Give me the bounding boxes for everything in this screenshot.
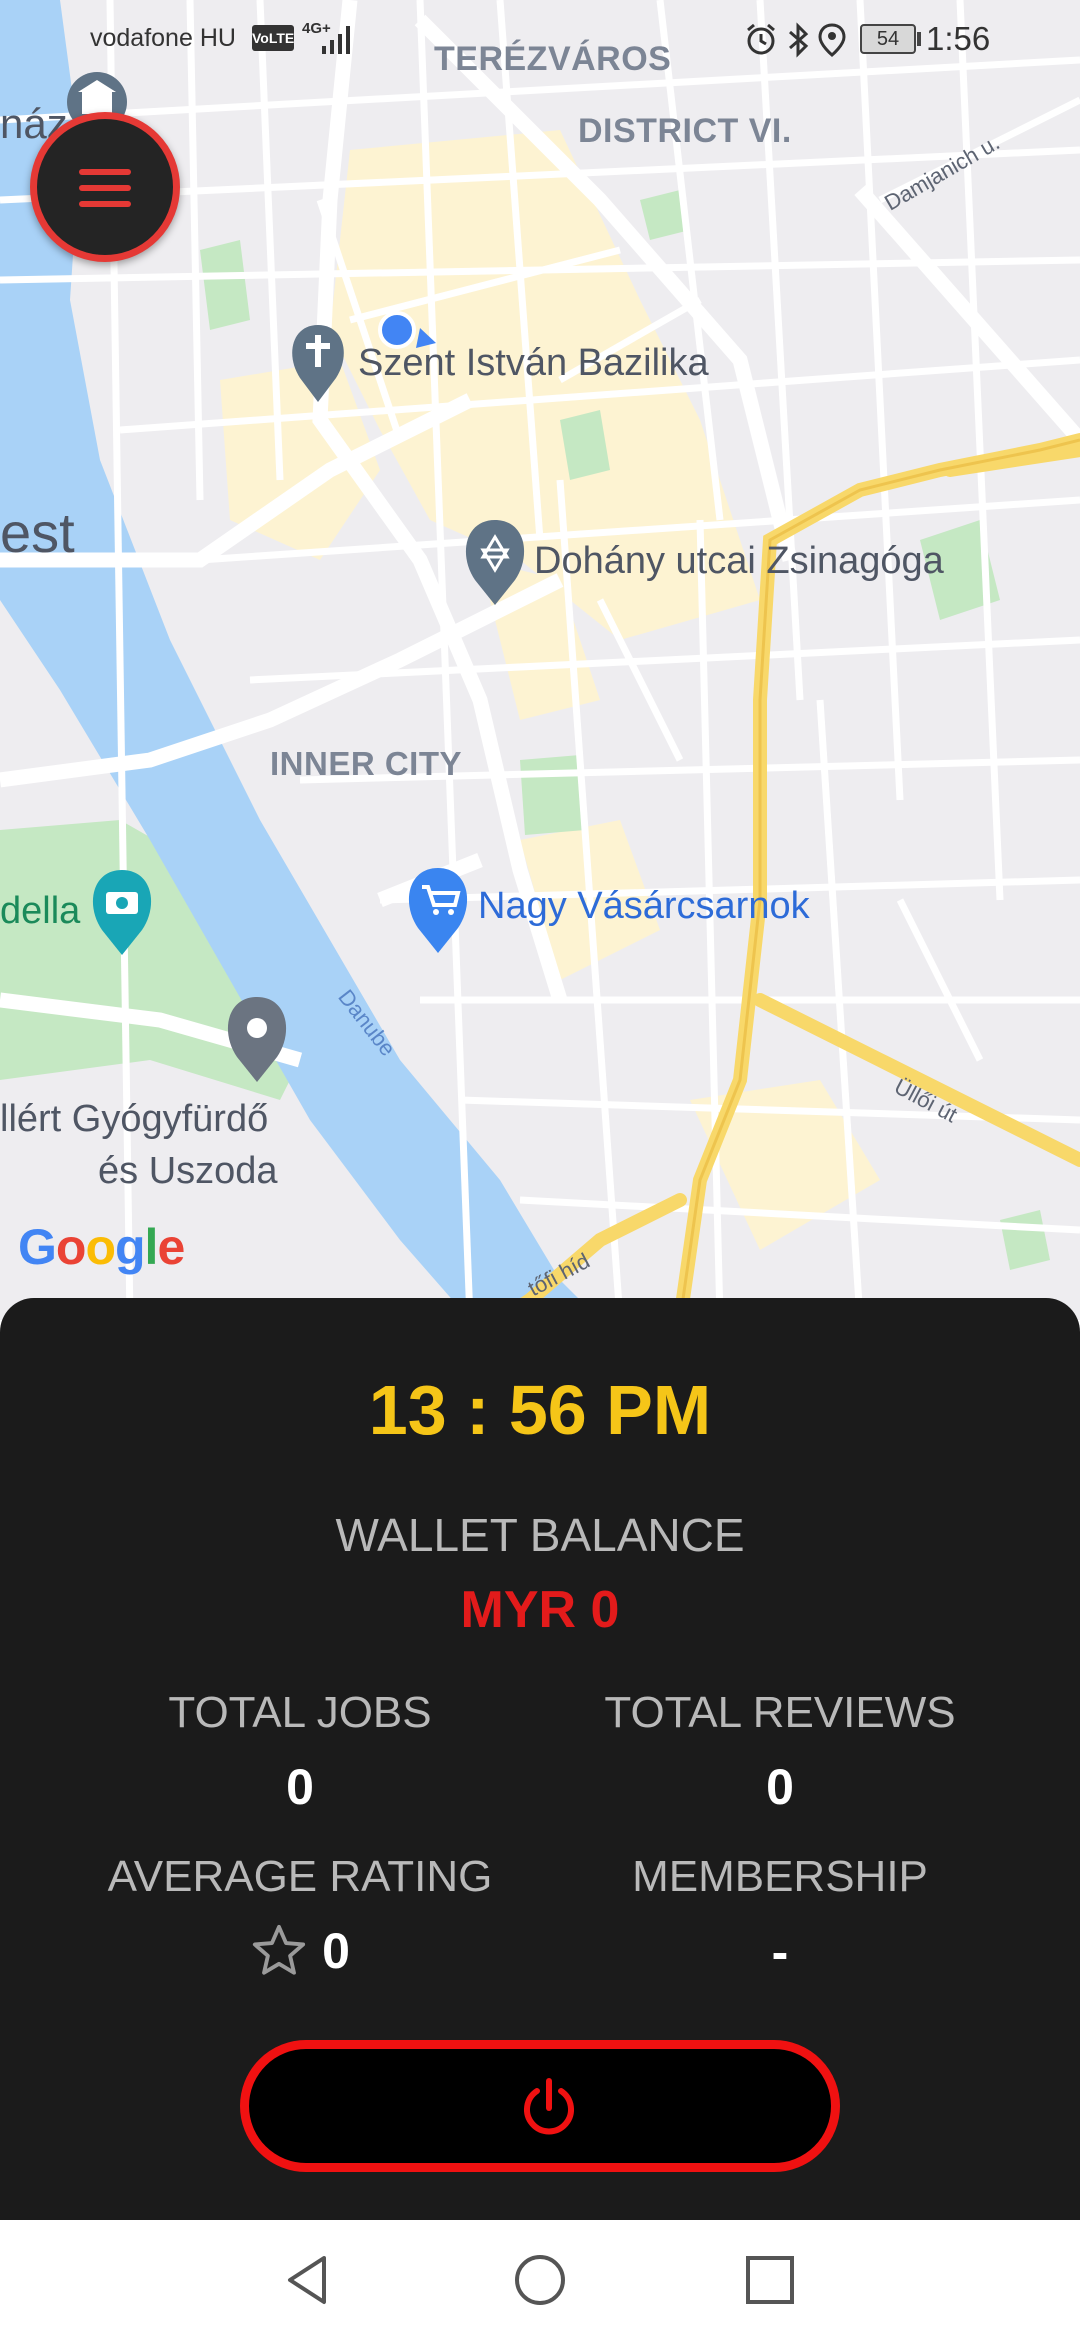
power-icon bbox=[524, 2078, 574, 2135]
back-icon bbox=[288, 2256, 326, 2304]
label-della-partial[interactable]: della bbox=[0, 890, 80, 933]
label-vasarcsarnok[interactable]: Nagy Vásárcsarnok bbox=[478, 885, 810, 928]
volte-badge: VoLTE bbox=[252, 25, 294, 51]
battery-indicator: 54 bbox=[860, 24, 916, 54]
membership-label: MEMBERSHIP bbox=[632, 1852, 928, 1901]
membership-value: - bbox=[771, 1924, 789, 1980]
home-icon bbox=[515, 2255, 565, 2305]
bluetooth-icon bbox=[789, 22, 809, 58]
total-jobs-value: 0 bbox=[286, 1759, 314, 1815]
recents-icon bbox=[746, 2256, 794, 2304]
google-logo: Google bbox=[18, 1219, 185, 1275]
average-rating-value: 0 bbox=[322, 1922, 350, 1979]
label-bazilika[interactable]: Szent István Bazilika bbox=[358, 342, 709, 385]
carrier-name: vodafone HU bbox=[90, 24, 236, 52]
power-toggle-button[interactable] bbox=[240, 2040, 840, 2172]
recents-button[interactable] bbox=[738, 2248, 802, 2312]
average-rating: 0 bbox=[60, 1918, 540, 1980]
status-bar: vodafone HU VoLTE 4G+ 54 1:56 bbox=[0, 0, 1080, 80]
menu-button[interactable] bbox=[30, 112, 180, 262]
star-icon bbox=[252, 1924, 306, 1975]
label-district-vi: DISTRICT VI. bbox=[578, 112, 792, 150]
average-rating-label: AVERAGE RATING bbox=[107, 1852, 493, 1901]
label-zsinagoga[interactable]: Dohány utcai Zsinagóga bbox=[534, 540, 944, 583]
label-inner-city: INNER CITY bbox=[270, 745, 463, 782]
wallet-balance-value: MYR 0 bbox=[460, 1581, 620, 1639]
alarm-icon bbox=[747, 23, 775, 55]
label-gellert-line1[interactable]: llért Gyógyfürdő bbox=[0, 1098, 268, 1141]
total-jobs-label: TOTAL JOBS bbox=[168, 1688, 432, 1737]
total-reviews-value: 0 bbox=[766, 1759, 794, 1815]
back-button[interactable] bbox=[276, 2248, 340, 2312]
status-time: 1:56 bbox=[926, 20, 991, 57]
location-icon bbox=[818, 23, 846, 57]
label-gellert-line2[interactable]: és Uszoda bbox=[98, 1150, 278, 1193]
system-nav-bar bbox=[0, 2220, 1080, 2340]
wallet-balance-label: WALLET BALANCE bbox=[335, 1509, 745, 1561]
label-budapest-partial: est bbox=[0, 501, 75, 564]
signal-icon bbox=[322, 26, 350, 54]
total-reviews-label: TOTAL REVIEWS bbox=[604, 1688, 956, 1737]
driver-status-panel: 13 : 56 PM WALLET BALANCE MYR 0 TOTAL JO… bbox=[0, 1298, 1080, 2220]
current-time: 13 : 56 PM bbox=[368, 1371, 712, 1449]
home-button[interactable] bbox=[508, 2248, 572, 2312]
battery-tip bbox=[917, 32, 921, 46]
